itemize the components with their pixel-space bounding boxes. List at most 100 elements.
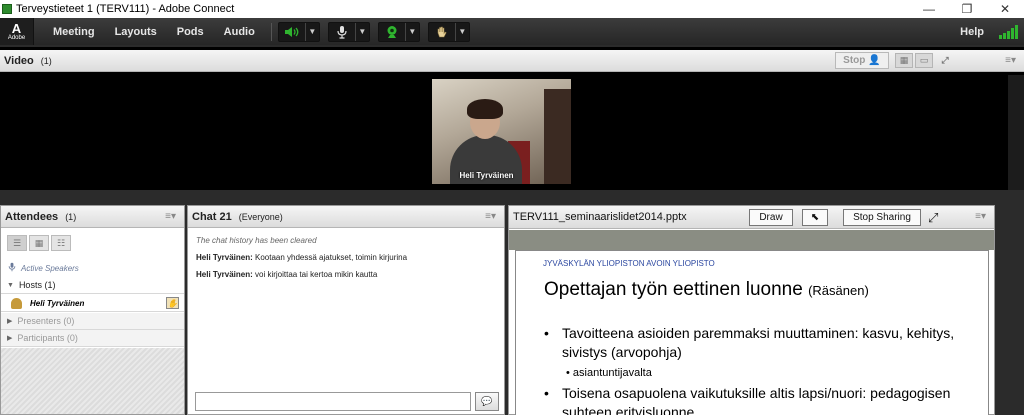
chat-cleared-notice: The chat history has been cleared (196, 236, 317, 245)
menu-pods[interactable]: Pods (167, 18, 214, 45)
chevron-down-icon[interactable]: ▼ (454, 22, 469, 41)
microphone-icon (7, 262, 17, 274)
hosts-group[interactable]: ▼ Hosts (1) (1, 277, 184, 294)
webcam-door (544, 89, 571, 184)
pod-options-icon[interactable]: ≡▾ (975, 211, 986, 222)
adobe-connect-window: Terveystieteet 1 (TERV111) - Adobe Conne… (0, 0, 1024, 415)
menu-layouts[interactable]: Layouts (105, 18, 167, 45)
adobe-logo-text: Adobe (7, 35, 26, 41)
share-toolbar-strip (509, 230, 994, 250)
bullet-dot: • (544, 325, 549, 341)
chat-message: Heli Tyrväinen: Kootaan yhdessä ajatukse… (196, 253, 496, 262)
chat-pod-title: Chat 21 (192, 210, 232, 223)
raise-hand-control[interactable]: ▼ (427, 21, 470, 42)
attendees-pod-count: (1) (65, 211, 77, 222)
close-button[interactable]: ✕ (986, 0, 1024, 18)
hosts-group-label: Hosts (1) (18, 280, 56, 290)
slide-sub-bullet-text: asiantuntijavalta (572, 367, 652, 379)
adobe-logo-mark: A (11, 21, 22, 36)
slide-bullet-text: Toisena osapuolena vaikutuksille altis l… (562, 385, 951, 415)
menu-meeting[interactable]: Meeting (43, 18, 105, 45)
slide-university: JYVÄSKYLÄN YLIOPISTON AVOIN YLIOPISTO (543, 259, 715, 268)
help-menu[interactable]: Help (960, 18, 984, 45)
window-controls: — ❐ ✕ (910, 0, 1024, 18)
title-bar: Terveystieteet 1 (TERV111) - Adobe Conne… (0, 0, 1024, 18)
chevron-down-icon[interactable]: ▼ (354, 22, 369, 41)
webcam-icon[interactable] (379, 23, 405, 41)
video-area: Heli Tyrväinen (0, 75, 1008, 189)
speaker-control[interactable]: ▼ (277, 21, 320, 42)
breakout-view-icon[interactable]: ▦ (29, 235, 49, 251)
video-pod-header: Video (1) Stop 👤 ▦ ▭ ⤢ ≡▾ (0, 50, 1024, 72)
restore-button[interactable]: ❐ (948, 0, 986, 18)
menu-separator (270, 22, 272, 41)
participants-group[interactable]: ▶ Participants (0) (1, 330, 184, 347)
pointer-icon: ⬉ (810, 212, 820, 223)
adobe-logo: A Adobe (0, 18, 34, 45)
speaker-icon[interactable] (279, 23, 305, 41)
attendees-pod-header: Attendees (1) ≡▾ (1, 206, 184, 228)
chat-messages: The chat history has been cleared Heli T… (196, 236, 496, 287)
webcam-control[interactable]: ▼ (377, 21, 420, 42)
fullscreen-icon[interactable]: ⤢ (936, 53, 954, 68)
presenters-group-label: Presenters (0) (17, 316, 75, 326)
grid-view-icon[interactable]: ▦ (895, 53, 913, 68)
raise-hand-icon[interactable] (429, 23, 455, 41)
minimize-button[interactable]: — (910, 0, 948, 18)
attendee-row[interactable]: Heli Tyrväinen ✋ (1, 295, 184, 312)
chat-sender: Heli Tyrväinen: (196, 253, 253, 262)
slide-bullet: • Toisena osapuolena vaikutuksille altis… (544, 384, 974, 415)
menu-audio[interactable]: Audio (214, 18, 265, 45)
slide-title-text: Opettajan työn eettinen luonne (544, 279, 803, 300)
presenters-group[interactable]: ▶ Presenters (0) (1, 313, 184, 330)
app-icon (2, 4, 12, 14)
slide-title-suffix: (Räsänen) (808, 283, 869, 298)
connection-signal-icon (999, 25, 1018, 39)
pod-options-icon[interactable]: ≡▾ (165, 211, 176, 222)
chat-text: Kootaan yhdessä ajatukset, toimin kirjur… (255, 253, 408, 262)
window-title: Terveystieteet 1 (TERV111) - Adobe Conne… (16, 3, 235, 15)
microphone-icon[interactable] (329, 23, 355, 41)
video-scrollbar[interactable] (1008, 75, 1024, 190)
stop-video-button[interactable]: Stop 👤 (835, 52, 889, 69)
expanded-triangle-icon[interactable]: ▼ (7, 282, 14, 289)
collapsed-triangle-icon[interactable]: ▶ (7, 334, 12, 342)
share-pod: TERV111_seminaarislidet2014.pptx Draw ⬉ … (508, 205, 995, 415)
draw-button[interactable]: Draw (749, 209, 793, 226)
shared-file-name: TERV111_seminaarislidet2014.pptx (513, 211, 687, 223)
bullet-dot: • (544, 385, 549, 401)
webcam-feed[interactable]: Heli Tyrväinen (432, 79, 571, 184)
microphone-control[interactable]: ▼ (327, 21, 370, 42)
pod-options-icon[interactable]: ≡▾ (1005, 55, 1016, 66)
webcam-name-label: Heli Tyrväinen (459, 171, 514, 180)
filmstrip-view-icon[interactable]: ▭ (915, 53, 933, 68)
attendees-empty-area (1, 348, 184, 414)
send-message-button[interactable]: 💬 (475, 392, 499, 411)
collapsed-triangle-icon[interactable]: ▶ (7, 317, 12, 325)
pod-options-icon[interactable]: ≡▾ (485, 211, 496, 222)
video-pod-title: Video (4, 54, 34, 67)
speech-bubble-icon: 💬 (481, 396, 493, 406)
attendees-view-toolbar: ☰ ▦ ☷ (7, 235, 71, 251)
attendees-pod: Attendees (1) ≡▾ ☰ ▦ ☷ Active Speakers ▼… (0, 205, 185, 415)
participants-group-label: Participants (0) (17, 333, 78, 343)
status-view-icon[interactable]: ☷ (51, 235, 71, 251)
video-pod: Video (1) Stop 👤 ▦ ▭ ⤢ ≡▾ Heli Tyrväinen (0, 47, 1024, 190)
person-icon: 👤 (868, 55, 881, 66)
chevron-down-icon[interactable]: ▼ (304, 22, 319, 41)
pointer-tool-button[interactable]: ⬉ (802, 209, 828, 226)
chevron-down-icon[interactable]: ▼ (404, 22, 419, 41)
active-speakers-label: Active Speakers (21, 263, 79, 273)
host-user-icon (11, 297, 22, 309)
list-view-icon[interactable]: ☰ (7, 235, 27, 251)
slide-bullet-text: Tavoitteena asioiden paremmaksi muuttami… (562, 325, 955, 360)
fullscreen-icon[interactable]: ⤢ (928, 210, 938, 226)
slide-sub-bullet: • asiantuntijavalta (566, 367, 652, 379)
active-speakers: Active Speakers (7, 262, 79, 274)
webcam-person-hair (467, 99, 503, 119)
slide-title: Opettajan työn eettinen luonne (Räsänen) (544, 279, 869, 301)
menu-bar: A Adobe Meeting Layouts Pods Audio ▼ ▼ ▼ (0, 18, 1024, 45)
stop-video-label: Stop (843, 55, 866, 66)
chat-input[interactable] (195, 392, 471, 411)
stop-sharing-button[interactable]: Stop Sharing (843, 209, 921, 226)
